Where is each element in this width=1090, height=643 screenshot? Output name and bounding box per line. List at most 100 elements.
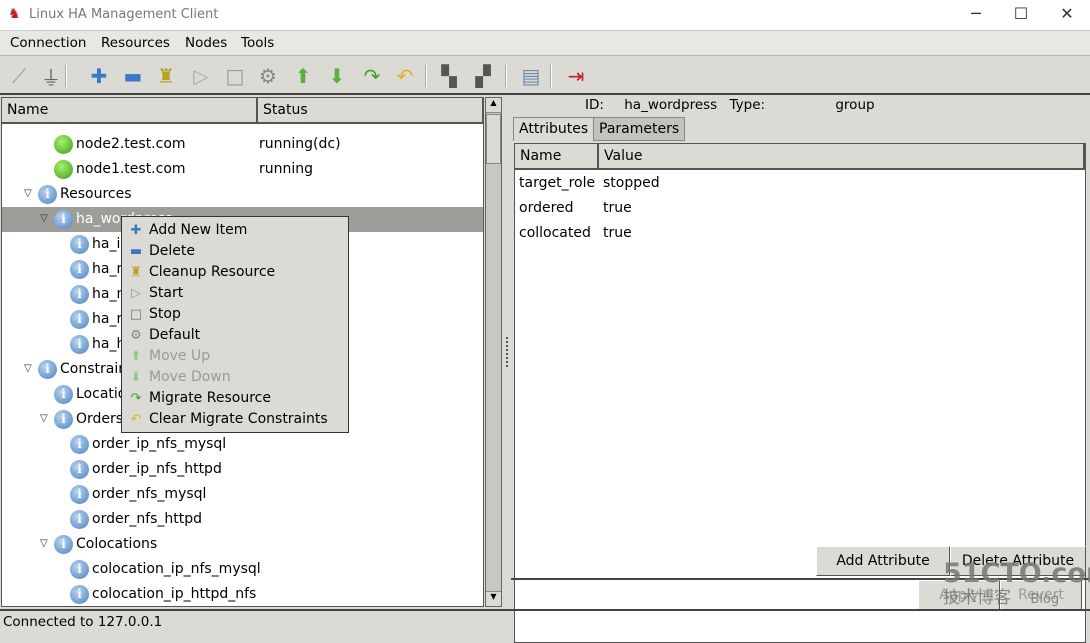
menu-item-move-up[interactable]: ⬆ Move Up	[122, 346, 348, 367]
menu-item-label: Move Down	[149, 369, 231, 385]
tree-item-label: order_ip_nfs_mysql	[92, 436, 227, 452]
node-online-icon	[54, 135, 73, 154]
attribute-row[interactable]: collocated true	[515, 222, 1085, 247]
expand-toggle-icon[interactable]: ▽	[40, 213, 48, 224]
column-header-value[interactable]: Value	[599, 144, 1085, 170]
plug-toolbar-button[interactable]: ⏚	[38, 63, 64, 90]
column-header-name[interactable]: Name	[515, 144, 599, 170]
tree-row[interactable]: ▽ i Resources	[2, 182, 483, 207]
exit-toolbar-button[interactable]: ⇥	[563, 63, 589, 89]
tree-row[interactable]: i order_ip_nfs_mysql	[2, 432, 483, 457]
start-toolbar-button[interactable]: ▷	[188, 63, 214, 89]
tree-row[interactable]: i order_nfs_httpd	[2, 507, 483, 532]
toolbar-separator	[65, 65, 67, 87]
info-icon: i	[70, 510, 89, 529]
stop-toolbar-button[interactable]: □	[222, 63, 248, 89]
app-logo-icon: ♞	[8, 6, 21, 22]
menu-nodes[interactable]: Nodes	[185, 35, 227, 51]
expand-toggle-icon[interactable]: ▽	[40, 538, 48, 549]
disconnect-icon: ⟋	[12, 64, 26, 88]
menu-item-migrate-resource[interactable]: ↷ Migrate Resource	[122, 388, 348, 409]
tree-row[interactable]: i order_ip_nfs_httpd	[2, 457, 483, 482]
migrate-toolbar-button[interactable]: ↷	[359, 63, 385, 89]
tree-row[interactable]: i colocation_ip_nfs_mysql	[2, 557, 483, 582]
menu-item-label: Add New Item	[149, 222, 248, 238]
standby-node-toolbar-button[interactable]: ▚	[436, 63, 462, 89]
tree-row[interactable]: ▽ i Colocations	[2, 532, 483, 557]
title-bar: ♞ Linux HA Management Client ─ ☐ ✕	[0, 0, 1090, 31]
menu-item-clear-migrate-constraints[interactable]: ↶ Clear Migrate Constraints	[122, 409, 348, 430]
start-icon: ▷	[131, 286, 141, 301]
attribute-row[interactable]: ordered true	[515, 197, 1085, 222]
resource-id-line: ID: ha_wordpress Type: group	[585, 97, 875, 113]
scrollbar-thumb[interactable]	[486, 114, 501, 164]
info-icon: i	[70, 560, 89, 579]
remove-toolbar-button[interactable]: ▬	[120, 63, 146, 89]
tree-item-status: running(dc)	[259, 136, 341, 152]
tree-item-label: colocation_ip_httpd_nfs	[92, 586, 257, 602]
close-button[interactable]: ✕	[1052, 4, 1082, 26]
menu-item-delete[interactable]: ▬ Delete	[122, 241, 348, 262]
document-icon: ▤	[521, 64, 541, 88]
gear-toolbar-button[interactable]: ⚙	[255, 63, 281, 89]
node-online-icon	[54, 160, 73, 179]
attribute-row[interactable]: target_role stopped	[515, 172, 1085, 197]
move-down-toolbar-button[interactable]: ⬇	[324, 63, 350, 89]
menu-item-start[interactable]: ▷ Start	[122, 283, 348, 304]
tree-row[interactable]: i order_nfs_mysql	[2, 482, 483, 507]
column-header-name[interactable]: Name	[2, 98, 258, 124]
tree-row[interactable]: node1.test.com running	[2, 157, 483, 182]
column-header-status[interactable]: Status	[258, 98, 483, 124]
info-icon: i	[70, 310, 89, 329]
menu-item-label: Default	[149, 327, 201, 343]
attribute-name: collocated	[519, 225, 591, 241]
minimize-button[interactable]: ─	[961, 4, 991, 26]
clear-migrate-icon: ↶	[396, 64, 414, 88]
maximize-button[interactable]: ☐	[1006, 4, 1036, 26]
expand-toggle-icon[interactable]: ▽	[24, 363, 32, 374]
expand-toggle-icon[interactable]: ▽	[40, 413, 48, 424]
plug-icon: ⏚	[41, 65, 61, 90]
tree-row[interactable]: i colocation_ip_httpd_nfs	[2, 582, 483, 606]
cleanup-brush-toolbar-button[interactable]: ♜	[153, 63, 179, 89]
menu-item-cleanup-resource[interactable]: ♜ Cleanup Resource	[122, 262, 348, 283]
status-bar: Connected to 127.0.0.1	[0, 609, 1090, 631]
info-icon: i	[70, 460, 89, 479]
context-menu: ✚ Add New Item ▬ Delete ♜ Cleanup Resource ▷ St…	[121, 216, 349, 433]
tree-item-label: order_ip_nfs_httpd	[92, 461, 222, 477]
disconnect-toolbar-button[interactable]: ⟋	[6, 63, 32, 89]
menu-resources[interactable]: Resources	[101, 35, 170, 51]
pane-divider[interactable]	[503, 97, 511, 607]
menu-item-label: Move Up	[149, 348, 211, 364]
gear-icon: ⚙	[259, 64, 277, 88]
clear-migrate-toolbar-button[interactable]: ↶	[392, 63, 418, 89]
info-icon: i	[70, 285, 89, 304]
tree-row[interactable]: node2.test.com running(dc)	[2, 132, 483, 157]
info-icon: i	[54, 535, 73, 554]
menu-tools[interactable]: Tools	[241, 35, 274, 51]
scroll-down-arrow-icon[interactable]: ▼	[486, 591, 501, 606]
tab-attributes[interactable]: Attributes	[513, 117, 595, 141]
active-node-icon: ▞	[475, 64, 491, 88]
type-label: Type:	[729, 97, 766, 113]
menu-item-move-down[interactable]: ⬇ Move Down	[122, 367, 348, 388]
add-attribute-button[interactable]: Add Attribute	[816, 546, 950, 576]
tree-item-label: order_nfs_httpd	[92, 511, 203, 527]
menu-item-stop[interactable]: □ Stop	[122, 304, 348, 325]
cleanup-brush-icon: ♜	[157, 64, 175, 88]
menu-connection[interactable]: Connection	[10, 35, 86, 51]
remove-icon: ▬	[123, 64, 143, 88]
add-toolbar-button[interactable]: ✚	[86, 63, 112, 89]
active-node-toolbar-button[interactable]: ▞	[470, 63, 496, 89]
menu-item-add-new-item[interactable]: ✚ Add New Item	[122, 220, 348, 241]
document-toolbar-button[interactable]: ▤	[518, 63, 544, 89]
move-up-toolbar-button[interactable]: ⬆	[290, 63, 316, 89]
menu-item-default[interactable]: ⚙ Default	[122, 325, 348, 346]
tree-scrollbar[interactable]: ▲ ▼	[485, 97, 502, 607]
info-icon: i	[38, 360, 57, 379]
clear-migrate-icon: ↶	[130, 412, 142, 427]
scroll-up-arrow-icon[interactable]: ▲	[486, 98, 501, 113]
tab-parameters[interactable]: Parameters	[593, 117, 686, 141]
expand-toggle-icon[interactable]: ▽	[24, 188, 32, 199]
move-down-icon: ⬇	[328, 64, 346, 88]
